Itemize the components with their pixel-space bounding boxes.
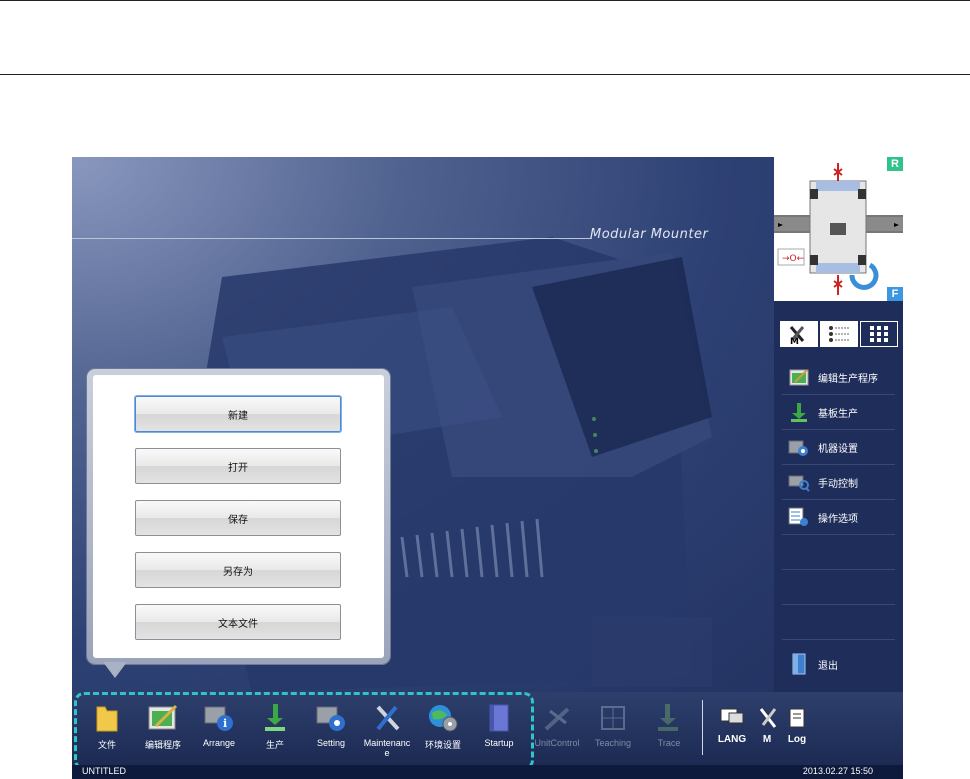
- menu-edit-program[interactable]: 编辑生产程序: [782, 360, 895, 395]
- menu-operation-option-label: 操作选项: [818, 513, 858, 525]
- teaching-tool-button[interactable]: Teaching: [588, 702, 638, 756]
- new-button[interactable]: 新建: [135, 396, 341, 432]
- maintenance-mode-label: M: [762, 734, 772, 745]
- unit-control-icon: [541, 702, 573, 734]
- right-panel: →O← R F M 编辑生产程序 基板生产 机器设置 手动控制 操作选项 退出: [774, 157, 903, 692]
- tab-maintenance[interactable]: M: [780, 321, 818, 347]
- teaching-tool-label: Teaching: [594, 738, 632, 748]
- menu-machine-setting-label: 机器设置: [818, 443, 858, 455]
- production-icon: [788, 402, 810, 422]
- program-name: UNTITLED: [82, 766, 127, 776]
- list-icon: [829, 326, 849, 342]
- menu-board-production[interactable]: 基板生产: [782, 395, 895, 430]
- popup-pointer: [103, 662, 127, 678]
- machine-minimap[interactable]: →O← R F: [774, 157, 903, 301]
- title-line: [72, 238, 592, 239]
- language-button[interactable]: LANG: [712, 702, 752, 756]
- minimap-diagram: →O←: [774, 163, 903, 295]
- machine-setting-icon: [788, 437, 810, 457]
- unit-control-tool-button[interactable]: UnitControl: [532, 702, 582, 756]
- menu-machine-setting[interactable]: 机器设置: [782, 430, 895, 465]
- manual-control-icon: [788, 472, 810, 492]
- teaching-icon: [597, 702, 629, 734]
- app-screen: Modular Mounter 新建 打开 保存 另存为 文本文件 →O← R …: [72, 157, 903, 779]
- text-file-button[interactable]: 文本文件: [135, 604, 341, 640]
- log-label: Log: [787, 734, 807, 745]
- save-button[interactable]: 保存: [135, 500, 341, 536]
- tab-list[interactable]: [820, 321, 858, 347]
- edit-program-icon: [788, 367, 810, 387]
- save-as-button[interactable]: 另存为: [135, 552, 341, 588]
- svg-text:M: M: [790, 337, 799, 345]
- header-rule: [0, 74, 970, 75]
- rear-badge: R: [887, 157, 903, 171]
- status-datetime: 2013.02.27 15:50: [802, 766, 873, 776]
- menu-empty-slot: [782, 570, 895, 605]
- highlight-dash-box: [74, 692, 534, 770]
- trace-tool-button[interactable]: Trace: [644, 702, 694, 756]
- log-button[interactable]: Log: [780, 702, 814, 756]
- status-bar: UNTITLED 2013.02.27 15:50: [72, 765, 903, 779]
- menu-manual-control-label: 手动控制: [818, 478, 858, 490]
- front-badge: F: [887, 287, 903, 301]
- door-icon: [788, 653, 810, 675]
- svg-text:→O←: →O←: [782, 254, 805, 264]
- menu-operation-option[interactable]: 操作选项: [782, 500, 895, 535]
- menu-empty-slot: [782, 605, 895, 640]
- maintenance-mode-button[interactable]: M: [752, 702, 782, 756]
- operation-option-icon: [788, 507, 810, 527]
- unit-control-tool-label: UnitControl: [534, 738, 580, 748]
- bottom-toolbar: 文件 编辑程序 i Arrange 生产 Setting Maintenanc …: [72, 692, 903, 770]
- grid-icon: [870, 326, 888, 342]
- wrench-m-icon: M: [789, 326, 805, 345]
- menu-empty-slot: [782, 535, 895, 570]
- language-label: LANG: [717, 734, 747, 745]
- menu-edit-program-label: 编辑生产程序: [818, 373, 878, 385]
- watermark-text: Modular Mounter: [590, 227, 709, 242]
- trace-tool-label: Trace: [657, 738, 681, 748]
- file-popup-menu: 新建 打开 保存 另存为 文本文件: [87, 369, 390, 678]
- top-rule: [0, 0, 970, 1]
- menu-board-production-label: 基板生产: [818, 408, 858, 420]
- log-icon: [781, 702, 813, 734]
- panel-tabs: M: [780, 321, 898, 347]
- trace-icon: [653, 702, 685, 734]
- exit-button[interactable]: 退出: [782, 647, 895, 681]
- menu-manual-control[interactable]: 手动控制: [782, 465, 895, 500]
- open-button[interactable]: 打开: [135, 448, 341, 484]
- language-icon: [716, 702, 748, 734]
- exit-label: 退出: [818, 660, 838, 672]
- toolbar-separator: [702, 700, 703, 755]
- tab-grid[interactable]: [860, 321, 898, 347]
